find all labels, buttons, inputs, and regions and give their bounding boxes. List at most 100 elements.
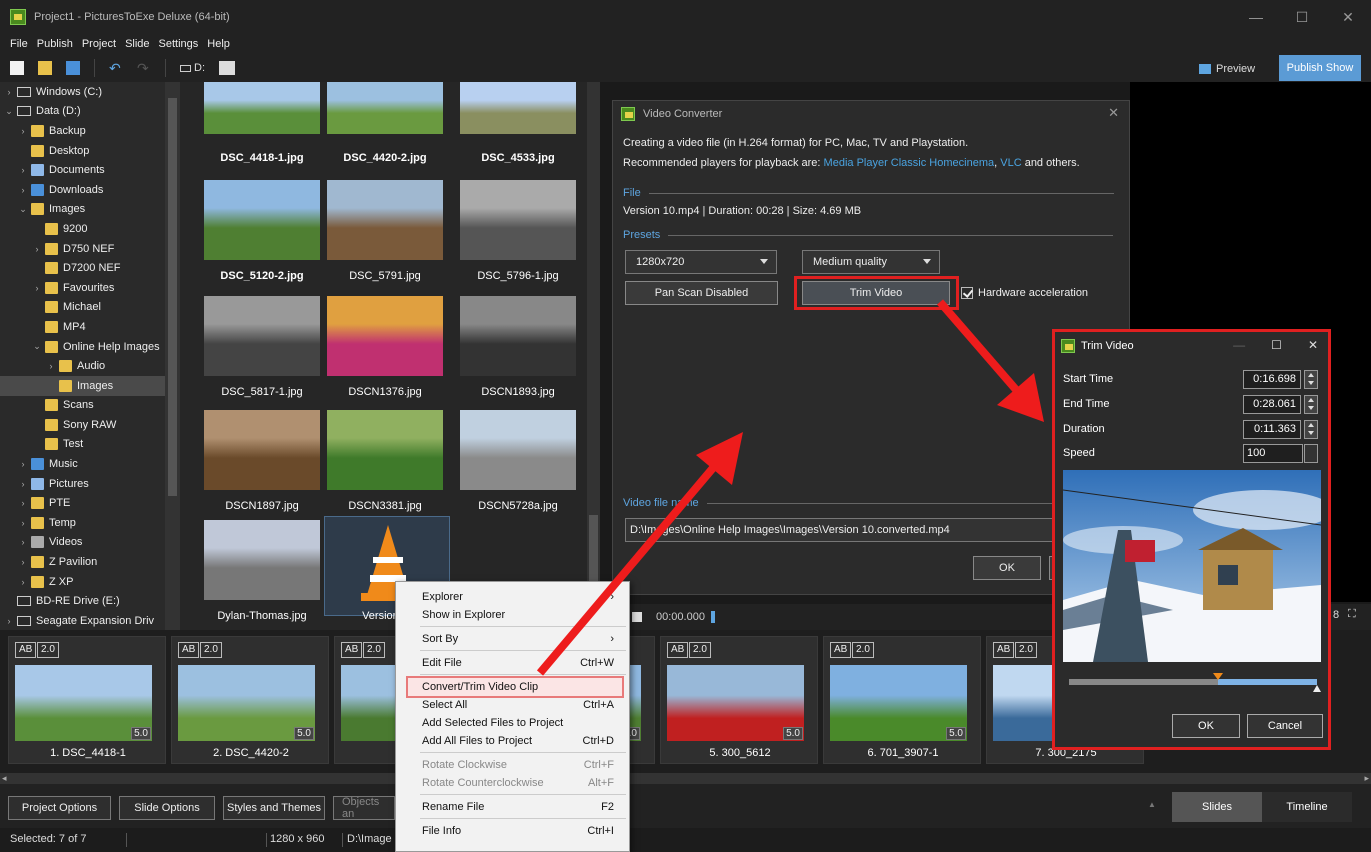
chevron-down-icon[interactable] xyxy=(1304,443,1318,463)
tree-item[interactable]: MP4 xyxy=(0,317,180,337)
chevron-right-icon[interactable]: › xyxy=(18,165,28,175)
tree-item[interactable]: › Music xyxy=(0,454,180,474)
file-thumbnail[interactable] xyxy=(460,410,576,490)
chevron-right-icon[interactable]: › xyxy=(4,616,14,626)
slide-duration-badge[interactable]: 5.0 xyxy=(294,727,314,740)
tree-item[interactable]: › Audio xyxy=(0,356,180,376)
start-time-spinner[interactable] xyxy=(1304,369,1318,389)
speed-select[interactable]: 100 xyxy=(1243,443,1303,463)
transition-time-badge[interactable]: 2.0 xyxy=(363,642,385,658)
quality-dropdown[interactable]: Medium quality xyxy=(802,250,940,274)
pan-scan-button[interactable]: Pan Scan Disabled xyxy=(625,281,778,305)
chevron-right-icon[interactable]: › xyxy=(4,87,14,97)
tree-item[interactable]: BD-RE Drive (E:) xyxy=(0,591,180,611)
playhead-handle[interactable] xyxy=(710,611,715,623)
minimize-icon[interactable]: — xyxy=(1233,338,1245,352)
slide-duration-badge[interactable]: 5.0 xyxy=(946,727,966,740)
tree-item[interactable]: 9200 xyxy=(0,219,180,239)
context-menu-item[interactable]: Convert/Trim Video Clip xyxy=(422,678,622,696)
trim-start-handle[interactable] xyxy=(1212,673,1223,680)
styles-themes-button[interactable]: Styles and Themes xyxy=(223,796,325,820)
menu-file[interactable]: File xyxy=(10,38,28,50)
context-menu-item[interactable]: File Info Ctrl+I xyxy=(422,822,622,840)
tree-item[interactable]: Test xyxy=(0,435,180,455)
transition-badge[interactable]: AB xyxy=(830,642,852,658)
open-folder-icon[interactable] xyxy=(38,61,52,75)
chevron-down-icon[interactable]: ⌄ xyxy=(32,341,42,352)
maximize-button[interactable]: ☐ xyxy=(1279,0,1325,34)
trim-cancel-button[interactable]: Cancel xyxy=(1247,714,1323,738)
trim-end-handle[interactable] xyxy=(1313,685,1321,692)
chevron-right-icon[interactable]: › xyxy=(18,479,28,489)
objects-animation-button[interactable]: Objects an xyxy=(333,796,395,820)
tree-scroll-thumb[interactable] xyxy=(168,98,177,496)
view-mode-icon[interactable] xyxy=(219,61,235,75)
slide-options-button[interactable]: Slide Options xyxy=(119,796,215,820)
project-options-button[interactable]: Project Options xyxy=(8,796,111,820)
resolution-dropdown[interactable]: 1280x720 xyxy=(625,250,777,274)
tree-item[interactable]: › PTE xyxy=(0,493,180,513)
chevron-right-icon[interactable]: › xyxy=(18,557,28,567)
minimize-button[interactable]: — xyxy=(1233,0,1279,34)
close-icon[interactable]: ✕ xyxy=(1108,105,1119,121)
end-time-spinner[interactable] xyxy=(1304,394,1318,414)
menu-project[interactable]: Project xyxy=(82,38,116,50)
file-thumbnail[interactable] xyxy=(204,296,320,376)
tree-item[interactable]: › D750 NEF xyxy=(0,239,180,259)
transition-time-badge[interactable]: 2.0 xyxy=(1015,642,1037,658)
transition-badge[interactable]: AB xyxy=(341,642,363,658)
transition-badge[interactable]: AB xyxy=(178,642,200,658)
stop-icon[interactable] xyxy=(632,612,642,622)
menu-publish[interactable]: Publish xyxy=(37,38,73,50)
duration-spinner[interactable] xyxy=(1304,419,1318,439)
menu-help[interactable]: Help xyxy=(207,38,230,50)
transition-time-badge[interactable]: 2.0 xyxy=(852,642,874,658)
tree-item[interactable]: › Z Pavilion xyxy=(0,552,180,572)
context-menu-item[interactable]: Add Selected Files to Project xyxy=(422,714,622,732)
tree-item[interactable]: › Windows (C:) xyxy=(0,82,180,102)
file-thumbnail[interactable] xyxy=(204,82,320,134)
file-thumbnail[interactable] xyxy=(460,296,576,376)
file-thumbnail[interactable] xyxy=(204,520,320,600)
chevron-right-icon[interactable]: › xyxy=(18,126,28,136)
transition-badge[interactable]: AB xyxy=(667,642,689,658)
file-thumbnail[interactable] xyxy=(460,180,576,260)
file-thumbnail[interactable] xyxy=(327,180,443,260)
file-thumbnail[interactable] xyxy=(327,296,443,376)
slide-item[interactable]: AB 2.0 5.0 5. 300_5612 xyxy=(660,636,818,764)
slide-duration-badge[interactable]: 5.0 xyxy=(131,727,151,740)
chevron-right-icon[interactable]: › xyxy=(18,518,28,528)
tree-item[interactable]: › Seagate Expansion Driv xyxy=(0,611,180,630)
new-project-icon[interactable] xyxy=(10,61,24,75)
chevron-right-icon[interactable]: › xyxy=(18,185,28,195)
tree-item[interactable]: Sony RAW xyxy=(0,415,180,435)
slide-item[interactable]: AB 2.0 5.0 1. DSC_4418-1 xyxy=(8,636,166,764)
mpc-hc-link[interactable]: Media Player Classic Homecinema xyxy=(824,157,995,169)
preview-button[interactable]: Preview xyxy=(1199,58,1271,80)
hardware-acceleration-option[interactable]: Hardware acceleration xyxy=(961,287,1088,299)
trim-ok-button[interactable]: OK xyxy=(1172,714,1240,738)
file-thumbnail[interactable] xyxy=(460,82,576,134)
tree-item[interactable]: ⌄ Online Help Images xyxy=(0,337,180,357)
close-icon[interactable]: ✕ xyxy=(1308,338,1318,352)
scroll-left-icon[interactable]: ◂ xyxy=(2,773,7,784)
tree-item[interactable]: D7200 NEF xyxy=(0,258,180,278)
tree-item[interactable]: › Downloads xyxy=(0,180,180,200)
transition-time-badge[interactable]: 2.0 xyxy=(200,642,222,658)
duration-input[interactable]: 0:11.363 xyxy=(1243,419,1301,439)
tree-item[interactable]: › Favourites xyxy=(0,278,180,298)
context-menu-item[interactable]: Select All Ctrl+A xyxy=(422,696,622,714)
scroll-right-icon[interactable]: ▸ xyxy=(1364,773,1369,784)
file-thumbnail[interactable] xyxy=(327,410,443,490)
menu-slide[interactable]: Slide xyxy=(125,38,149,50)
maximize-icon[interactable]: ☐ xyxy=(1271,338,1282,352)
context-menu-item[interactable]: Explorer › xyxy=(422,588,622,606)
tree-item[interactable]: ⌄ Images xyxy=(0,200,180,220)
context-menu-item[interactable]: Rename File F2 xyxy=(422,798,622,816)
publish-show-button[interactable]: Publish Show xyxy=(1279,55,1361,81)
slide-list-scrollbar[interactable]: ◂ ▸ xyxy=(0,773,1371,784)
transition-time-badge[interactable]: 2.0 xyxy=(689,642,711,658)
slide-duration-badge[interactable]: 5.0 xyxy=(783,727,803,740)
chevron-right-icon[interactable]: › xyxy=(32,283,42,293)
ok-button[interactable]: OK xyxy=(973,556,1041,580)
